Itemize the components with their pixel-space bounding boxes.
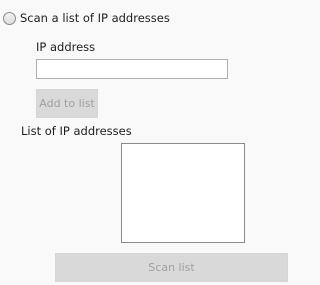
scan-list-option[interactable]: Scan a list of IP addresses [3, 10, 170, 26]
ip-address-label: IP address [36, 40, 96, 54]
scan-list-radio[interactable] [3, 11, 16, 25]
ip-address-input[interactable] [36, 59, 228, 79]
ip-address-listbox[interactable] [121, 143, 245, 243]
ip-list-label: List of IP addresses [21, 124, 132, 138]
scan-list-button[interactable]: Scan list [55, 253, 288, 282]
scan-list-option-label: Scan a list of IP addresses [20, 11, 170, 25]
scan-list-panel: Scan a list of IP addresses IP address A… [0, 0, 314, 285]
add-to-list-button[interactable]: Add to list [36, 89, 98, 118]
